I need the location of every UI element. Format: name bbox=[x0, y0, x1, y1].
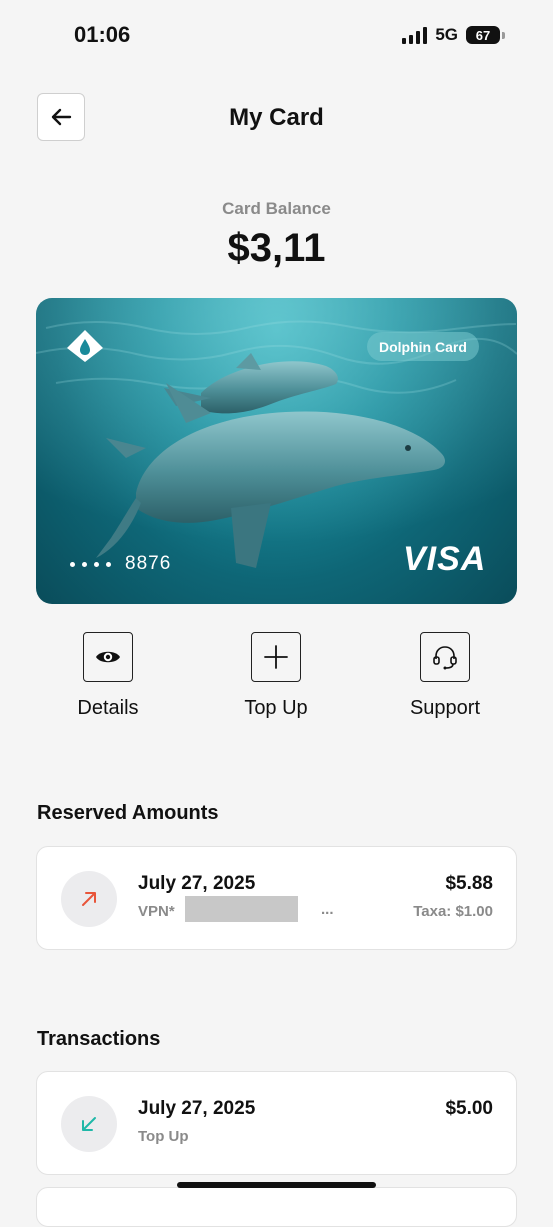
eye-icon bbox=[96, 651, 120, 663]
transaction-icon-circle bbox=[61, 1096, 117, 1152]
signal-icon bbox=[402, 26, 428, 44]
top-up-button[interactable]: Top Up bbox=[206, 632, 346, 720]
reserved-ellipsis: ... bbox=[321, 901, 334, 918]
plus-icon bbox=[264, 645, 288, 669]
top-up-icon-box[interactable] bbox=[251, 632, 301, 682]
transaction-amount: $5.00 bbox=[445, 1098, 493, 1119]
support-icon-box[interactable] bbox=[420, 632, 470, 682]
support-button[interactable]: Support bbox=[375, 632, 515, 720]
support-label: Support bbox=[409, 697, 481, 719]
details-button[interactable]: Details bbox=[38, 632, 178, 720]
home-indicator[interactable] bbox=[177, 1182, 376, 1188]
reserved-merchant: VPN* bbox=[138, 903, 175, 920]
masked-digits bbox=[70, 561, 111, 567]
details-label: Details bbox=[77, 697, 139, 719]
balance-value: $3,11 bbox=[227, 226, 326, 270]
redacted-merchant-detail bbox=[185, 896, 298, 922]
reserved-icon-circle bbox=[61, 871, 117, 927]
reserved-amount: $5.88 bbox=[445, 873, 493, 894]
reserved-fee: Taxa: $1.00 bbox=[413, 903, 493, 920]
droplet-logo-icon bbox=[67, 330, 103, 362]
arrow-down-left-icon bbox=[82, 1117, 96, 1131]
top-up-label: Top Up bbox=[244, 697, 308, 719]
transaction-date: July 27, 2025 bbox=[138, 1098, 256, 1119]
transaction-item-partial[interactable] bbox=[36, 1187, 517, 1227]
reserved-item[interactable]: July 27, 2025 VPN* ... $5.88 Taxa: $1.00 bbox=[36, 846, 517, 950]
card-last4: 8876 bbox=[125, 553, 172, 574]
visa-logo: VISA bbox=[403, 540, 487, 578]
status-time: 01:06 bbox=[74, 22, 131, 47]
battery-level: 67 bbox=[475, 27, 491, 43]
headset-icon bbox=[433, 646, 457, 670]
card-number: 8876 bbox=[70, 553, 171, 575]
reserved-date: July 27, 2025 bbox=[138, 873, 256, 894]
battery-tip bbox=[502, 31, 505, 39]
transaction-item[interactable]: July 27, 2025 Top Up $5.00 bbox=[36, 1071, 517, 1175]
transaction-type: Top Up bbox=[138, 1128, 189, 1145]
status-indicators: 5G 67 bbox=[402, 25, 505, 45]
details-icon-box[interactable] bbox=[83, 632, 133, 682]
page-title: My Card bbox=[229, 104, 324, 131]
reserved-section-title: Reserved Amounts bbox=[37, 802, 219, 824]
battery-icon: 67 bbox=[466, 26, 500, 44]
card-name-badge: Dolphin Card bbox=[367, 332, 479, 361]
balance-label: Card Balance bbox=[222, 199, 331, 218]
transactions-section-title: Transactions bbox=[37, 1028, 161, 1050]
arrow-up-right-icon bbox=[82, 892, 96, 906]
network-type: 5G bbox=[435, 25, 458, 44]
